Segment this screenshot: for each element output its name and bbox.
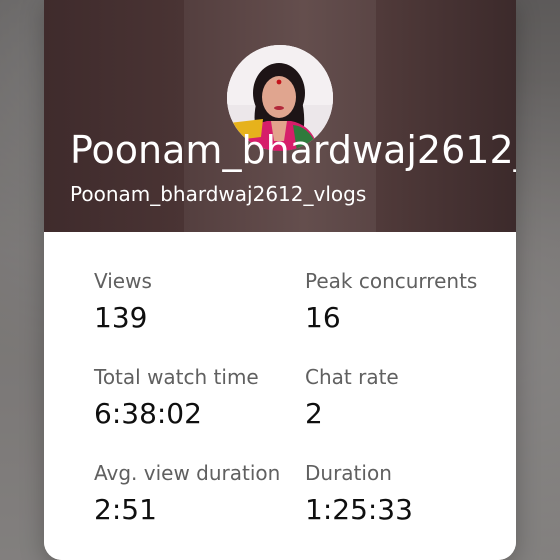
stat-avg-view-duration: Avg. view duration 2:51 bbox=[94, 460, 294, 526]
channel-subtitle: Poonam_bhardwaj2612_vlogs bbox=[70, 182, 367, 206]
stat-label: Peak concurrents bbox=[305, 269, 478, 293]
stat-label: Total watch time bbox=[94, 365, 259, 389]
stat-value: 6:38:02 bbox=[94, 397, 202, 430]
stat-label: Chat rate bbox=[305, 365, 399, 389]
stats-grid: Views 139 Peak concurrents 16 Total watc… bbox=[44, 232, 516, 560]
stats-card: Poonam_bhardwaj2612_.. Poonam_bhardwaj26… bbox=[44, 0, 516, 560]
stat-value: 139 bbox=[94, 301, 148, 334]
stat-value: 2 bbox=[305, 397, 323, 430]
stat-peak-concurrents: Peak concurrents 16 bbox=[305, 268, 505, 334]
stat-label: Duration bbox=[305, 461, 392, 485]
stat-label: Views bbox=[94, 269, 152, 293]
channel-title: Poonam_bhardwaj2612_.. bbox=[70, 128, 516, 172]
stat-chat-rate: Chat rate 2 bbox=[305, 364, 505, 430]
stat-total-watch-time: Total watch time 6:38:02 bbox=[94, 364, 294, 430]
card-header: Poonam_bhardwaj2612_.. Poonam_bhardwaj26… bbox=[44, 0, 516, 232]
stat-value: 2:51 bbox=[94, 493, 157, 526]
stat-value: 1:25:33 bbox=[305, 493, 413, 526]
stat-views: Views 139 bbox=[94, 268, 294, 334]
stat-duration: Duration 1:25:33 bbox=[305, 460, 505, 526]
stat-value: 16 bbox=[305, 301, 341, 334]
stat-label: Avg. view duration bbox=[94, 461, 281, 485]
